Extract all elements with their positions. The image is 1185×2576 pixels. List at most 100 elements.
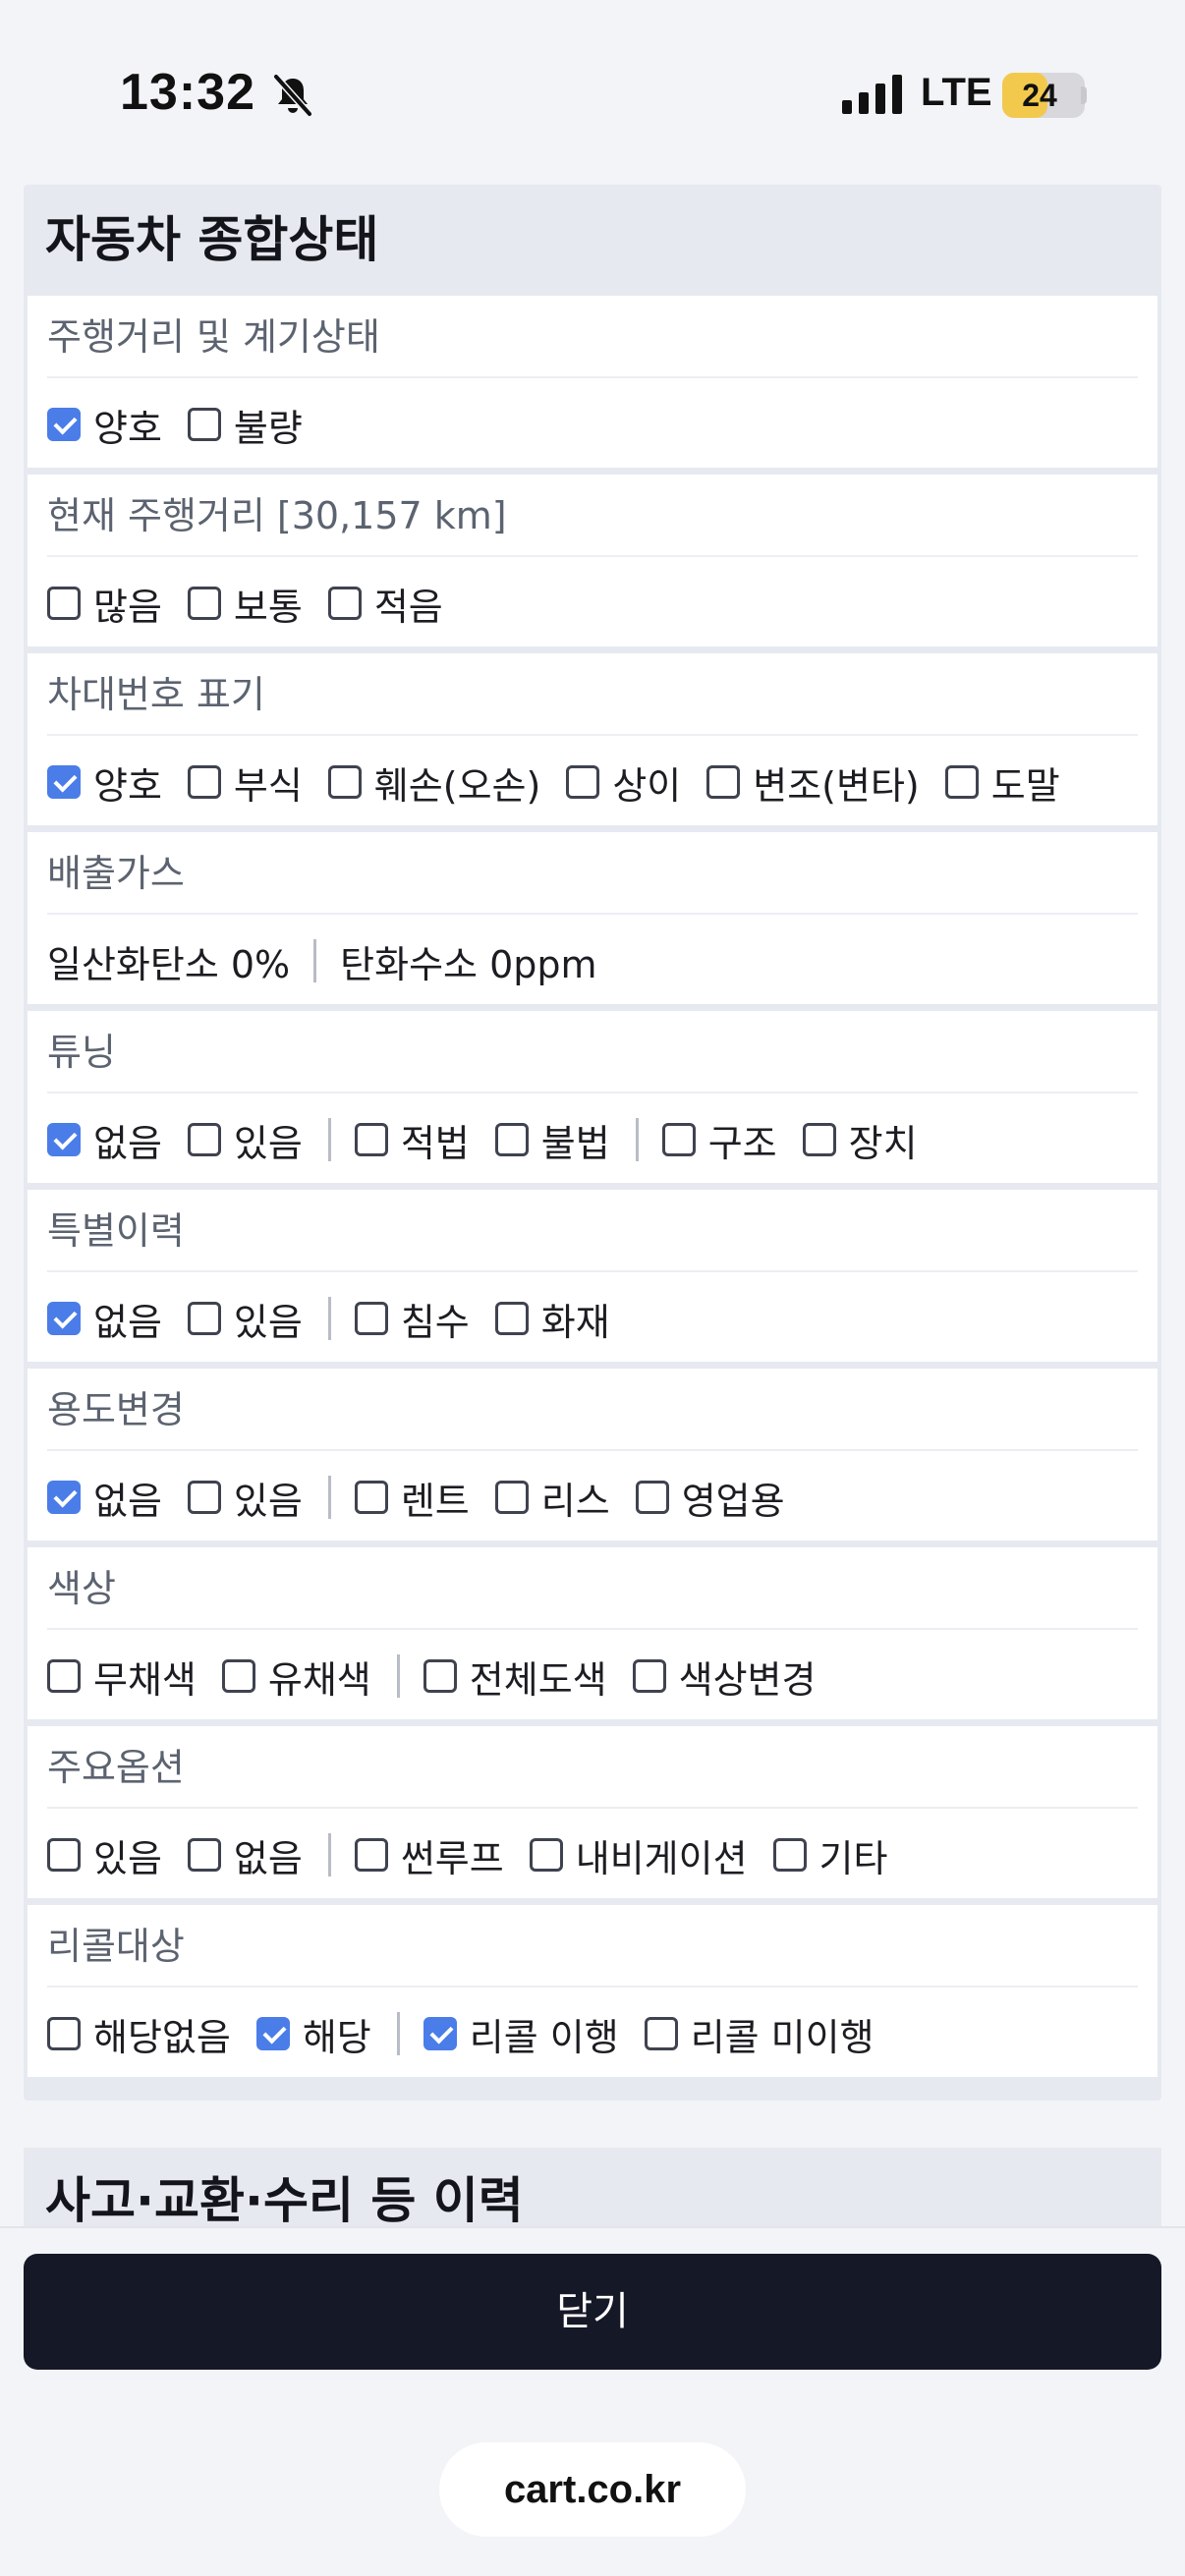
checkbox-unchecked[interactable] [187, 1123, 221, 1156]
group-separator [327, 1297, 331, 1340]
checkbox-unchecked[interactable] [944, 765, 979, 799]
checkbox-checked[interactable] [47, 1302, 81, 1335]
checkbox-unchecked[interactable] [706, 765, 741, 799]
emission-value: 일산화탄소 0% [47, 942, 291, 986]
checkbox-unchecked[interactable] [187, 587, 221, 620]
section-divider [47, 376, 1138, 378]
checkbox-unchecked[interactable] [494, 1481, 529, 1514]
checkbox-option[interactable]: 도말 [944, 756, 1060, 810]
checkbox-option[interactable]: 없음 [47, 1292, 162, 1346]
checkbox-unchecked[interactable] [187, 408, 221, 441]
checkbox-option[interactable]: 유채색 [221, 1650, 371, 1704]
checkbox-option[interactable]: 있음 [187, 1292, 303, 1346]
checkbox-unchecked[interactable] [772, 1838, 807, 1872]
option-label: 색상변경 [678, 1657, 817, 1702]
checkbox-checked[interactable] [255, 2017, 290, 2050]
checkbox-option[interactable]: 리스 [494, 1471, 610, 1525]
checkbox-unchecked[interactable] [635, 1481, 669, 1514]
checkbox-option[interactable]: 구조 [661, 1113, 777, 1167]
checkbox-option[interactable]: 기타 [772, 1828, 887, 1882]
checkbox-option[interactable]: 무채색 [47, 1650, 197, 1704]
checkbox-unchecked[interactable] [661, 1123, 696, 1156]
checkbox-option[interactable]: 훼손(오손) [327, 756, 541, 810]
checkbox-unchecked[interactable] [221, 1659, 255, 1693]
checkbox-unchecked[interactable] [354, 1123, 388, 1156]
checkbox-option[interactable]: 불량 [187, 398, 303, 452]
checkbox-option[interactable]: 색상변경 [632, 1650, 817, 1704]
checkbox-option[interactable]: 전체도색 [423, 1650, 607, 1704]
checkbox-unchecked[interactable] [187, 765, 221, 799]
option-label: 해당없음 [93, 2015, 231, 2059]
checkbox-checked[interactable] [47, 765, 81, 799]
checkbox-option[interactable]: 없음 [47, 1113, 162, 1167]
checkbox-option[interactable]: 리콜 미이행 [644, 2007, 875, 2061]
checkbox-option[interactable]: 내비게이션 [529, 1828, 748, 1882]
checkbox-option[interactable]: 침수 [354, 1292, 470, 1346]
checkbox-option[interactable]: 보통 [187, 577, 303, 631]
checkbox-unchecked[interactable] [494, 1123, 529, 1156]
checkbox-option[interactable]: 화재 [494, 1292, 610, 1346]
checkbox-checked[interactable] [47, 408, 81, 441]
checkbox-option[interactable]: 영업용 [635, 1471, 785, 1525]
checkbox-option[interactable]: 불법 [494, 1113, 610, 1167]
checkbox-option[interactable]: 있음 [187, 1113, 303, 1167]
section-label: 주요옵션 [47, 1746, 185, 1789]
option-label: 구조 [707, 1121, 777, 1165]
checkbox-option[interactable]: 있음 [47, 1828, 162, 1882]
checkbox-option[interactable]: 적음 [327, 577, 443, 631]
checkbox-unchecked[interactable] [187, 1302, 221, 1335]
option-label: 훼손(오손) [373, 763, 541, 808]
checkbox-unchecked[interactable] [47, 2017, 81, 2050]
option-label: 없음 [233, 1836, 303, 1880]
checkbox-unchecked[interactable] [187, 1838, 221, 1872]
checkbox-unchecked[interactable] [327, 765, 362, 799]
checkbox-option[interactable]: 상이 [566, 756, 681, 810]
checkbox-unchecked[interactable] [187, 1481, 221, 1514]
checkbox-checked[interactable] [423, 2017, 457, 2050]
checkbox-checked[interactable] [47, 1123, 81, 1156]
checkbox-unchecked[interactable] [566, 765, 600, 799]
checkbox-option[interactable]: 렌트 [354, 1471, 470, 1525]
checkbox-option[interactable]: 있음 [187, 1471, 303, 1525]
checkbox-unchecked[interactable] [802, 1123, 836, 1156]
section-label: 튜닝 [47, 1031, 116, 1074]
signal-icon [842, 75, 902, 114]
checkbox-option[interactable]: 양호 [47, 398, 162, 452]
checkbox-unchecked[interactable] [327, 587, 362, 620]
checkbox-unchecked[interactable] [47, 587, 81, 620]
checkbox-unchecked[interactable] [423, 1659, 457, 1693]
checkbox-unchecked[interactable] [354, 1481, 388, 1514]
section-divider [47, 913, 1138, 915]
battery-cap [1081, 86, 1087, 104]
option-label: 있음 [93, 1836, 162, 1880]
group-separator [327, 1833, 331, 1876]
checkbox-option[interactable]: 해당없음 [47, 2007, 231, 2061]
checkbox-unchecked[interactable] [644, 2017, 678, 2050]
checkbox-option[interactable]: 해당 [255, 2007, 371, 2061]
checkbox-option[interactable]: 없음 [47, 1471, 162, 1525]
option-label: 리스 [540, 1479, 610, 1523]
checkbox-option[interactable]: 썬루프 [354, 1828, 504, 1882]
checkbox-unchecked[interactable] [47, 1838, 81, 1872]
checkbox-unchecked[interactable] [494, 1302, 529, 1335]
checkbox-unchecked[interactable] [529, 1838, 563, 1872]
checkbox-option[interactable]: 없음 [187, 1828, 303, 1882]
checkbox-option[interactable]: 많음 [47, 577, 162, 631]
checkbox-unchecked[interactable] [354, 1838, 388, 1872]
bell-muted-icon [273, 74, 312, 117]
checkbox-checked[interactable] [47, 1481, 81, 1514]
checkbox-option[interactable]: 적법 [354, 1113, 470, 1167]
checkbox-option[interactable]: 부식 [187, 756, 303, 810]
checkbox-option[interactable]: 양호 [47, 756, 162, 810]
checkbox-unchecked[interactable] [354, 1302, 388, 1335]
url-bar[interactable]: cart.co.kr [439, 2442, 746, 2537]
checkbox-option[interactable]: 리콜 이행 [423, 2007, 619, 2061]
group-separator [327, 1118, 331, 1161]
close-button[interactable]: 닫기 [24, 2254, 1161, 2370]
option-label: 양호 [93, 406, 162, 450]
checkbox-unchecked[interactable] [632, 1659, 666, 1693]
checkbox-option[interactable]: 장치 [802, 1113, 918, 1167]
checkbox-unchecked[interactable] [47, 1659, 81, 1693]
checkbox-option[interactable]: 변조(변타) [706, 756, 920, 810]
option-label: 있음 [233, 1121, 303, 1165]
